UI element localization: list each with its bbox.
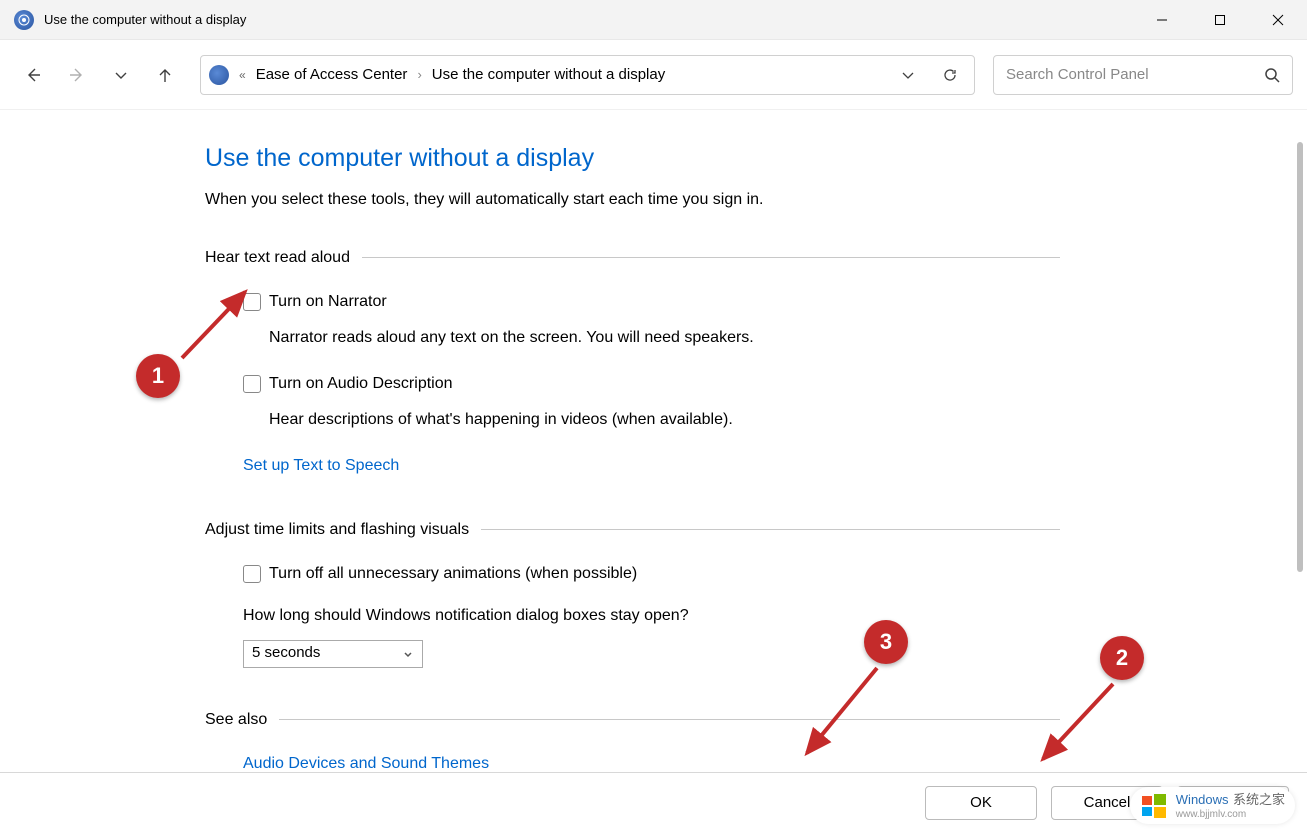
chevron-right-icon[interactable]: › xyxy=(417,67,421,82)
animations-label[interactable]: Turn off all unnecessary animations (whe… xyxy=(269,562,637,586)
recent-locations-button[interactable] xyxy=(102,56,140,94)
breadcrumb-seg-2[interactable]: Use the computer without a display xyxy=(432,66,665,83)
dialog-footer: OK Cancel Apply xyxy=(0,772,1307,832)
address-bar[interactable]: « Ease of Access Center › Use the comput… xyxy=(200,55,975,95)
animations-checkbox[interactable] xyxy=(243,565,261,583)
address-dropdown-button[interactable] xyxy=(892,59,924,91)
annotation-badge-3: 3 xyxy=(864,620,908,664)
window-title: Use the computer without a display xyxy=(44,12,1133,27)
forward-button[interactable] xyxy=(58,56,96,94)
audio-description-label[interactable]: Turn on Audio Description xyxy=(269,372,453,396)
notification-duration-value: 5 seconds xyxy=(252,642,320,665)
up-button[interactable] xyxy=(146,56,184,94)
back-button[interactable] xyxy=(14,56,52,94)
search-icon xyxy=(1264,67,1280,83)
audio-description-description: Hear descriptions of what's happening in… xyxy=(269,408,1060,432)
annotation-arrow-2 xyxy=(1028,674,1128,774)
notification-duration-label: How long should Windows notification dia… xyxy=(243,604,1060,628)
watermark: Windows 系统之家 www.bjjmlv.com xyxy=(1130,787,1295,824)
notification-duration-select[interactable]: 5 seconds xyxy=(243,640,423,668)
group-header-hear-text: Hear text read aloud xyxy=(205,246,1060,270)
search-box[interactable] xyxy=(993,55,1293,95)
page-subtitle: When you select these tools, they will a… xyxy=(205,188,1060,212)
narrator-label[interactable]: Turn on Narrator xyxy=(269,290,387,314)
refresh-button[interactable] xyxy=(934,59,966,91)
annotation-badge-2: 2 xyxy=(1100,636,1144,680)
page-title: Use the computer without a display xyxy=(205,140,1060,178)
breadcrumb-seg-1[interactable]: Ease of Access Center xyxy=(256,66,408,83)
maximize-button[interactable] xyxy=(1191,0,1249,40)
narrator-description: Narrator reads aloud any text on the scr… xyxy=(269,326,1060,350)
control-panel-icon xyxy=(209,65,229,85)
close-button[interactable] xyxy=(1249,0,1307,40)
group-header-time-limits: Adjust time limits and flashing visuals xyxy=(205,518,1060,542)
windows-logo-icon xyxy=(1140,792,1168,820)
group-header-see-also: See also xyxy=(205,708,1060,732)
ok-button[interactable]: OK xyxy=(925,786,1037,820)
audio-devices-link[interactable]: Audio Devices and Sound Themes xyxy=(243,752,489,773)
breadcrumb-overflow-icon[interactable]: « xyxy=(239,68,246,82)
navigation-toolbar: « Ease of Access Center › Use the comput… xyxy=(0,40,1307,110)
watermark-cn: 系统之家 xyxy=(1233,792,1285,807)
app-icon xyxy=(14,10,34,30)
annotation-arrow-1 xyxy=(170,280,260,370)
vertical-scrollbar[interactable] xyxy=(1297,142,1303,572)
chevron-down-icon xyxy=(402,648,414,660)
annotation-arrow-3 xyxy=(792,658,892,768)
watermark-brand: Windows xyxy=(1176,792,1229,807)
audio-description-checkbox[interactable] xyxy=(243,375,261,393)
annotation-badge-1: 1 xyxy=(136,354,180,398)
search-input[interactable] xyxy=(1006,66,1264,83)
window-titlebar: Use the computer without a display xyxy=(0,0,1307,40)
text-to-speech-link[interactable]: Set up Text to Speech xyxy=(243,454,399,478)
watermark-url: www.bjjmlv.com xyxy=(1176,809,1285,820)
minimize-button[interactable] xyxy=(1133,0,1191,40)
